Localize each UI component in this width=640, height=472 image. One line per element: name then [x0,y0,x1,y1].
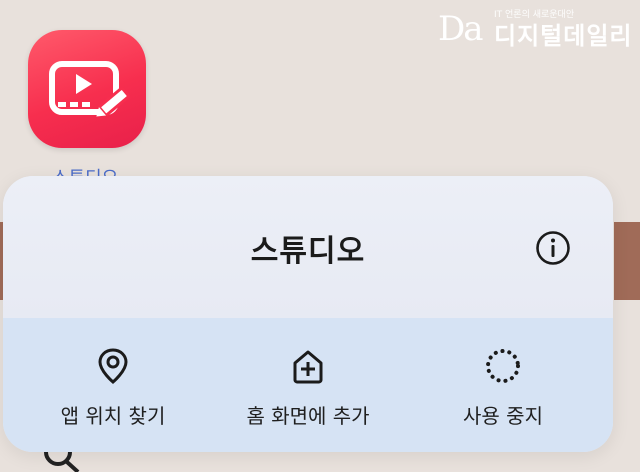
disable-app-label: 사용 중지 [463,404,543,428]
location-pin-icon [98,348,128,384]
info-icon[interactable] [535,230,571,266]
watermark-logo: Da [438,9,484,49]
add-to-home-label: 홈 화면에 추가 [246,404,370,428]
popup-header: 스튜디오 [3,176,613,318]
watermark-tagline: IT 언론의 새로운대안 [494,10,575,20]
popup-actions: 앱 위치 찾기 홈 화면에 추가 사용 중지 [3,318,613,452]
watermark: Da IT 언론의 새로운대안 디지털데일리 [438,6,638,54]
disable-app-button[interactable]: 사용 중지 [403,318,603,452]
video-edit-icon [49,61,130,117]
app-context-popup: 스튜디오 앱 위치 찾기 홈 화면에 추가 사용 중지 [3,176,613,452]
home-add-icon [293,350,323,384]
find-app-location-button[interactable]: 앱 위치 찾기 [13,318,213,452]
popup-title: 스튜디오 [250,234,366,269]
find-app-location-label: 앱 위치 찾기 [60,404,166,428]
dotted-circle-icon [486,349,520,383]
studio-app-icon[interactable] [28,30,146,148]
add-to-home-button[interactable]: 홈 화면에 추가 [208,318,408,452]
background-strip-right [614,222,640,300]
watermark-name: 디지털데일리 [494,22,633,50]
